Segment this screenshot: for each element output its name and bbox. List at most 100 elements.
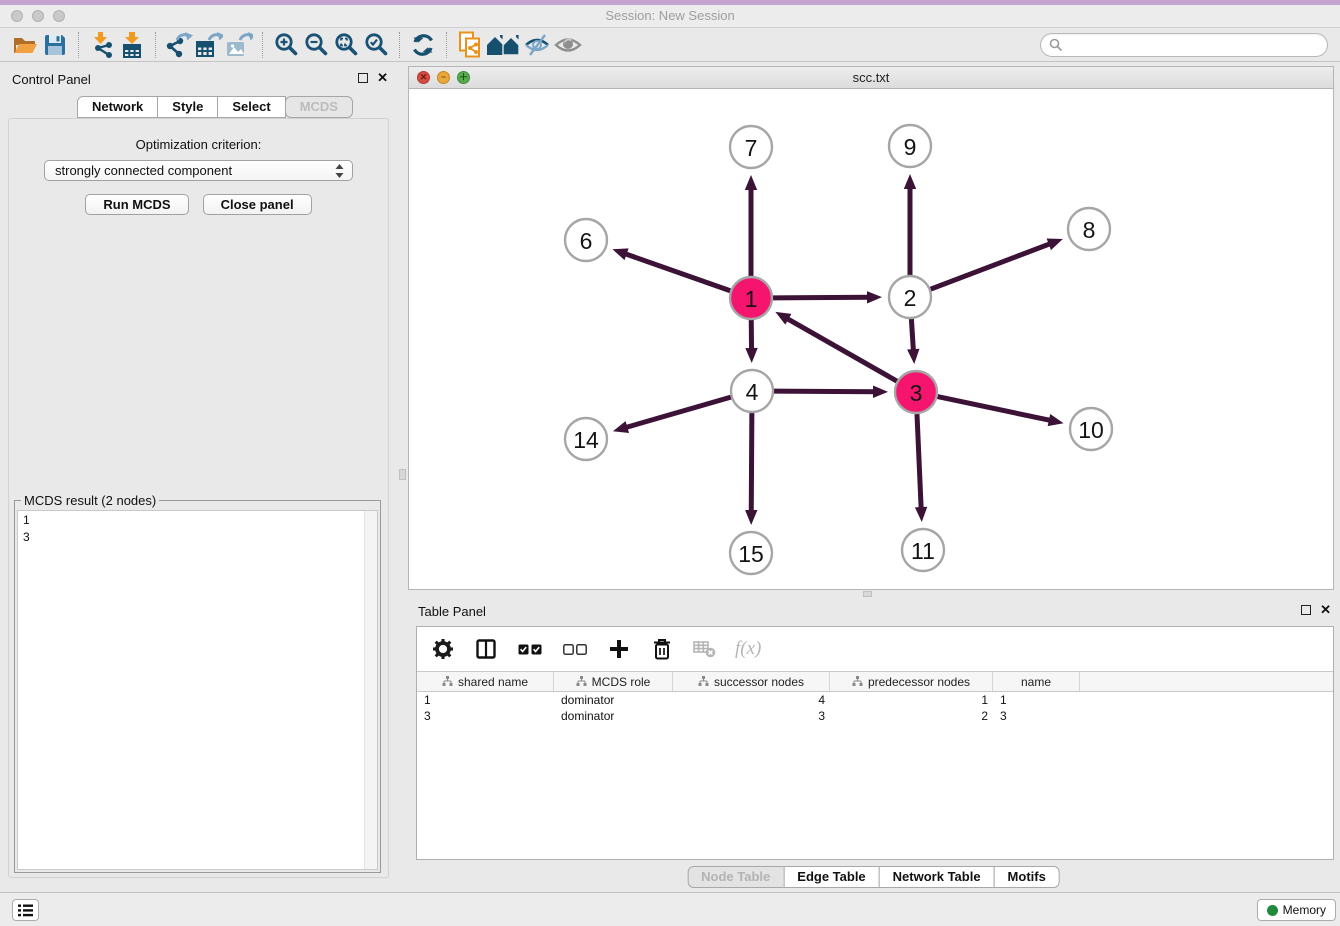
zoom-in-icon[interactable] — [271, 31, 301, 59]
table-panel-header: Table Panel ✕ — [407, 598, 1340, 624]
control-panel-title: Control Panel — [12, 72, 91, 87]
column-tree-icon — [698, 676, 709, 687]
edge-1-6[interactable] — [624, 253, 731, 290]
tab-node-table[interactable]: Node Table — [687, 866, 784, 888]
node-label: 2 — [904, 285, 917, 311]
export-image-icon[interactable] — [224, 31, 254, 59]
result-scrollbar[interactable] — [364, 511, 377, 869]
edge-3-1[interactable] — [786, 318, 897, 381]
network-window-title: scc.txt — [409, 70, 1333, 85]
deselect-all-icon[interactable] — [561, 635, 589, 663]
edge-4-3[interactable] — [774, 391, 876, 392]
table-row[interactable]: 3dominator323 — [417, 708, 1333, 724]
dropdown-selected-value: strongly connected component — [55, 163, 232, 178]
column-tree-icon — [852, 676, 863, 687]
save-session-icon[interactable] — [40, 31, 70, 59]
divider-handle[interactable] — [399, 469, 406, 480]
table-row[interactable]: 1dominator411 — [417, 692, 1333, 708]
hide-graphics-details-icon[interactable] — [523, 31, 553, 59]
column-header-label: shared name — [458, 675, 528, 689]
first-neighbors-houses-icon[interactable] — [485, 31, 523, 59]
tab-motifs[interactable]: Motifs — [994, 866, 1060, 888]
edge-3-11[interactable] — [917, 414, 921, 510]
mcds-result-group: MCDS result (2 nodes) 13 — [14, 493, 381, 873]
function-builder-icon[interactable]: f(x) — [735, 638, 761, 660]
edge-arrow-icon — [745, 348, 757, 363]
export-table-icon[interactable] — [194, 31, 224, 59]
column-header-label: successor nodes — [714, 675, 804, 689]
control-panel-tabs: Network Style Select MCDS — [77, 96, 353, 118]
zoom-selected-icon[interactable] — [361, 31, 391, 59]
settings-gear-icon[interactable] — [430, 635, 456, 663]
list-icon — [18, 904, 33, 917]
open-session-icon[interactable] — [10, 31, 40, 59]
tab-network[interactable]: Network — [77, 96, 158, 118]
divider-handle[interactable] — [863, 591, 872, 597]
toolbar-separator — [399, 32, 400, 58]
table-cell: 3 — [673, 708, 830, 724]
optimization-criterion-select[interactable]: strongly connected component — [44, 160, 353, 181]
refresh-icon[interactable] — [408, 31, 438, 59]
float-panel-icon[interactable] — [358, 73, 368, 83]
column-header-name[interactable]: name — [993, 672, 1080, 691]
close-panel-icon[interactable]: ✕ — [377, 73, 388, 83]
network-canvas[interactable]: 7968124314101511 — [409, 89, 1333, 589]
edge-arrow-icon — [1048, 414, 1064, 426]
edge-4-14[interactable] — [624, 397, 730, 428]
select-all-icon[interactable] — [516, 635, 544, 663]
tab-style[interactable]: Style — [157, 96, 218, 118]
optimization-criterion-label: Optimization criterion: — [9, 137, 388, 152]
zoom-out-icon[interactable] — [301, 31, 331, 59]
task-history-button[interactable] — [12, 899, 39, 921]
edge-arrow-icon — [873, 386, 888, 398]
column-header-successor-nodes[interactable]: successor nodes — [673, 672, 830, 691]
search-input[interactable] — [1040, 33, 1328, 57]
column-tree-icon — [442, 676, 453, 687]
import-network-icon[interactable] — [87, 31, 117, 59]
birds-eye-view-icon[interactable] — [553, 31, 583, 59]
zoom-fit-icon[interactable] — [331, 31, 361, 59]
close-panel-button[interactable]: Close panel — [203, 194, 312, 215]
node-label: 3 — [910, 380, 923, 406]
node-label: 14 — [573, 427, 599, 453]
edge-4-15[interactable] — [751, 413, 752, 513]
mcds-tab-content: Optimization criterion: strongly connect… — [8, 118, 389, 878]
delete-table-icon[interactable] — [692, 635, 718, 663]
edge-1-2[interactable] — [773, 297, 870, 298]
tab-network-table[interactable]: Network Table — [879, 866, 995, 888]
run-mcds-button[interactable]: Run MCDS — [85, 194, 188, 215]
float-panel-icon[interactable] — [1301, 605, 1311, 615]
delete-columns-icon[interactable] — [649, 635, 675, 663]
control-panel: Control Panel ✕ Network Style Select MCD… — [0, 66, 397, 880]
table-cell: 1 — [830, 692, 993, 708]
node-table: f(x) shared name MCDS role successor nodes… — [416, 626, 1334, 860]
column-header-shared-name[interactable]: shared name — [417, 672, 554, 691]
mcds-result-textarea[interactable]: 13 — [17, 510, 378, 870]
column-header-MCDS-role[interactable]: MCDS role — [554, 672, 673, 691]
column-header-predecessor-nodes[interactable]: predecessor nodes — [830, 672, 993, 691]
horizontal-split-divider[interactable] — [408, 590, 1340, 598]
dropdown-stepper-icon — [335, 164, 344, 183]
export-network-icon[interactable] — [164, 31, 194, 59]
edge-arrow-icon — [613, 421, 629, 433]
table-header-row: shared name MCDS role successor nodes prede… — [417, 671, 1333, 692]
memory-status-icon — [1267, 905, 1278, 916]
edge-2-3[interactable] — [911, 319, 913, 352]
edge-2-8[interactable] — [931, 243, 1052, 289]
memory-button[interactable]: Memory — [1257, 899, 1336, 921]
edge-arrow-icon — [745, 510, 757, 525]
status-bar: Memory — [0, 892, 1340, 926]
tab-edge-table[interactable]: Edge Table — [783, 866, 879, 888]
clone-network-icon[interactable] — [455, 31, 485, 59]
column-header-label: name — [1021, 675, 1051, 689]
node-label: 11 — [911, 538, 935, 564]
tab-mcds[interactable]: MCDS — [285, 96, 353, 118]
show-column-panel-icon[interactable] — [473, 635, 499, 663]
toolbar-separator — [262, 32, 263, 58]
close-panel-icon[interactable]: ✕ — [1320, 605, 1331, 615]
network-window-titlebar[interactable]: ✕ − ＋ scc.txt — [409, 67, 1333, 89]
tab-select[interactable]: Select — [217, 96, 285, 118]
edge-3-10[interactable] — [938, 397, 1052, 421]
add-column-icon[interactable] — [606, 635, 632, 663]
import-table-icon[interactable] — [117, 31, 147, 59]
